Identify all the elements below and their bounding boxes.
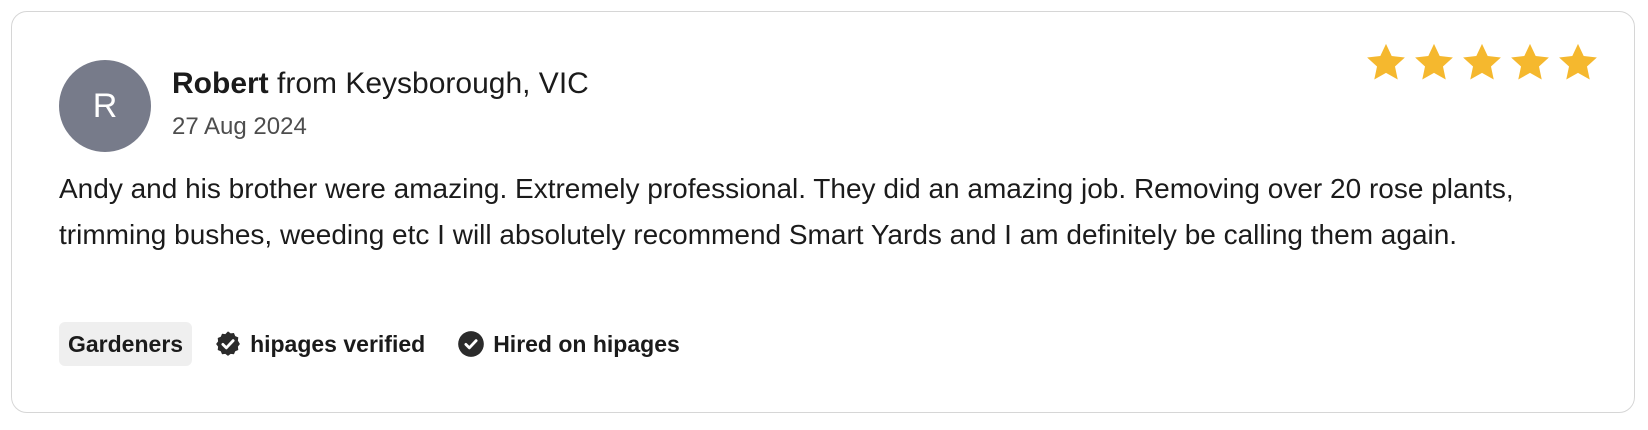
reviewer-location: from Keysborough, VIC	[268, 67, 589, 100]
verified-badge-icon	[216, 331, 240, 356]
reviewer-line: Robert from Keysborough, VIC	[172, 66, 589, 102]
star-icon	[1463, 43, 1501, 80]
star-icon	[1511, 43, 1549, 80]
star-icon	[1559, 43, 1597, 80]
review-date: 27 Aug 2024	[172, 113, 307, 140]
check-circle-icon	[458, 331, 485, 357]
hired-badge: Hired on hipages	[457, 330, 680, 358]
review-text: Andy and his brother were amazing. Extre…	[59, 173, 1514, 250]
avatar-initial: R	[92, 86, 118, 125]
category-tag: Gardeners	[59, 322, 193, 366]
reviewer-name: Robert	[172, 67, 269, 100]
avatar: R	[59, 60, 151, 152]
review-card: R Robert from Keysborough, VIC 27 Aug 20…	[11, 11, 1635, 413]
star-icon	[1367, 43, 1405, 80]
verified-badge: hipages verified	[214, 330, 425, 358]
star-icon	[1415, 43, 1453, 80]
star-rating	[1364, 41, 1600, 85]
verified-label: hipages verified	[250, 330, 426, 357]
hired-label: Hired on hipages	[493, 330, 680, 357]
review-tags: Gardeners hipages verified Hired on hipa…	[59, 322, 712, 366]
